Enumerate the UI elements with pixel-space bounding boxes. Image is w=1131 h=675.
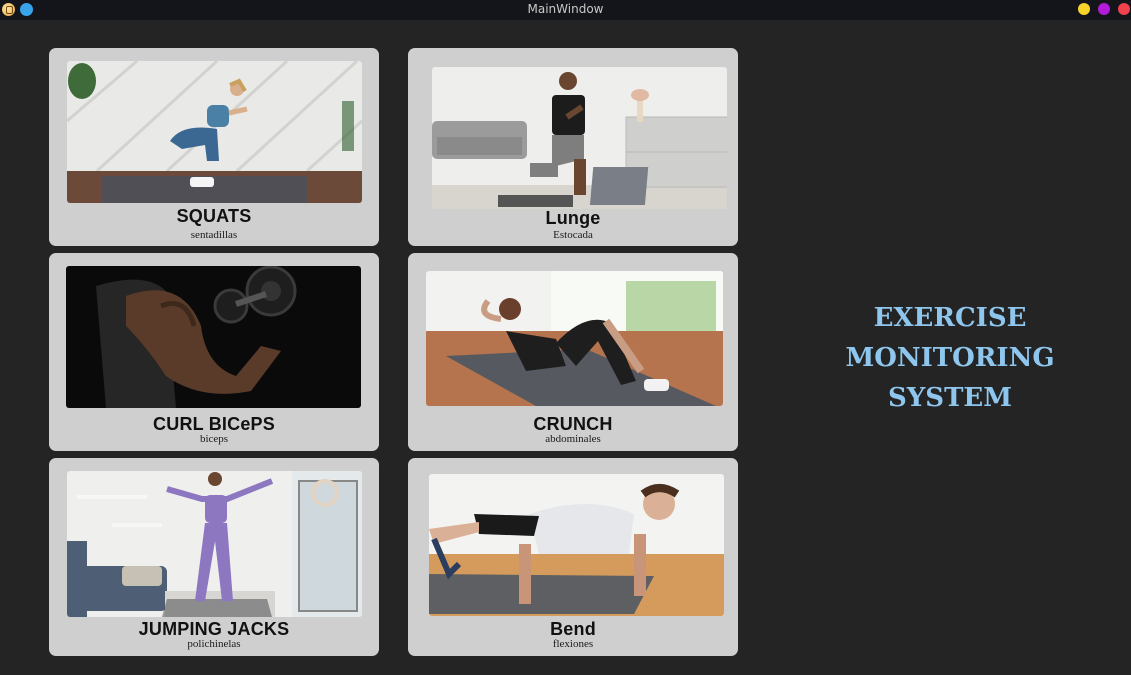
headline-line: SYSTEM bbox=[887, 383, 1013, 413]
minimize-button[interactable] bbox=[1078, 3, 1090, 15]
exercise-name: Lunge bbox=[545, 208, 601, 228]
maximize-button[interactable] bbox=[1098, 3, 1110, 15]
exercise-subtitle: flexiones bbox=[552, 638, 594, 650]
exercise-card-lunge[interactable]: Lunge Estocada bbox=[408, 48, 738, 246]
exercise-name: SQUATS bbox=[176, 206, 252, 226]
crunch-image[interactable] bbox=[426, 271, 723, 406]
exercise-subtitle: biceps bbox=[199, 433, 229, 445]
exercise-name: CRUNCH bbox=[533, 414, 613, 434]
headline-line: EXERCISE bbox=[873, 303, 1027, 333]
headline-line: MONITORING bbox=[845, 343, 1055, 373]
exercise-card-bend[interactable]: Bend flexiones bbox=[408, 458, 738, 656]
title-bar: MainWindow bbox=[0, 0, 1131, 20]
jumping-jacks-image[interactable] bbox=[67, 471, 362, 617]
exercise-name: Bend bbox=[550, 619, 596, 639]
exercise-subtitle: abdominales bbox=[545, 433, 601, 445]
exercise-subtitle: Estocada bbox=[553, 229, 593, 241]
exercise-subtitle: polichinelas bbox=[187, 638, 241, 650]
app-headline: EXERCISE MONITORING SYSTEM bbox=[800, 298, 1100, 418]
lunge-image[interactable] bbox=[432, 67, 727, 209]
close-button[interactable] bbox=[1118, 3, 1130, 15]
exercise-card-squats[interactable]: SQUATS sentadillas bbox=[49, 48, 379, 246]
exercise-card-curl-biceps[interactable]: CURL BICePS biceps bbox=[49, 253, 379, 451]
exercise-card-jumping-jacks[interactable]: JUMPING JACKS polichinelas bbox=[49, 458, 379, 656]
exercise-subtitle: sentadillas bbox=[190, 229, 238, 241]
exercise-name: CURL BICePS bbox=[153, 414, 275, 434]
window-title: MainWindow bbox=[527, 2, 604, 16]
squats-image[interactable] bbox=[67, 61, 362, 203]
bend-image[interactable] bbox=[429, 474, 724, 616]
curl-biceps-image[interactable] bbox=[66, 266, 361, 408]
exercise-card-crunch[interactable]: CRUNCH abdominales bbox=[408, 253, 738, 451]
exercise-name: JUMPING JACKS bbox=[138, 619, 290, 639]
